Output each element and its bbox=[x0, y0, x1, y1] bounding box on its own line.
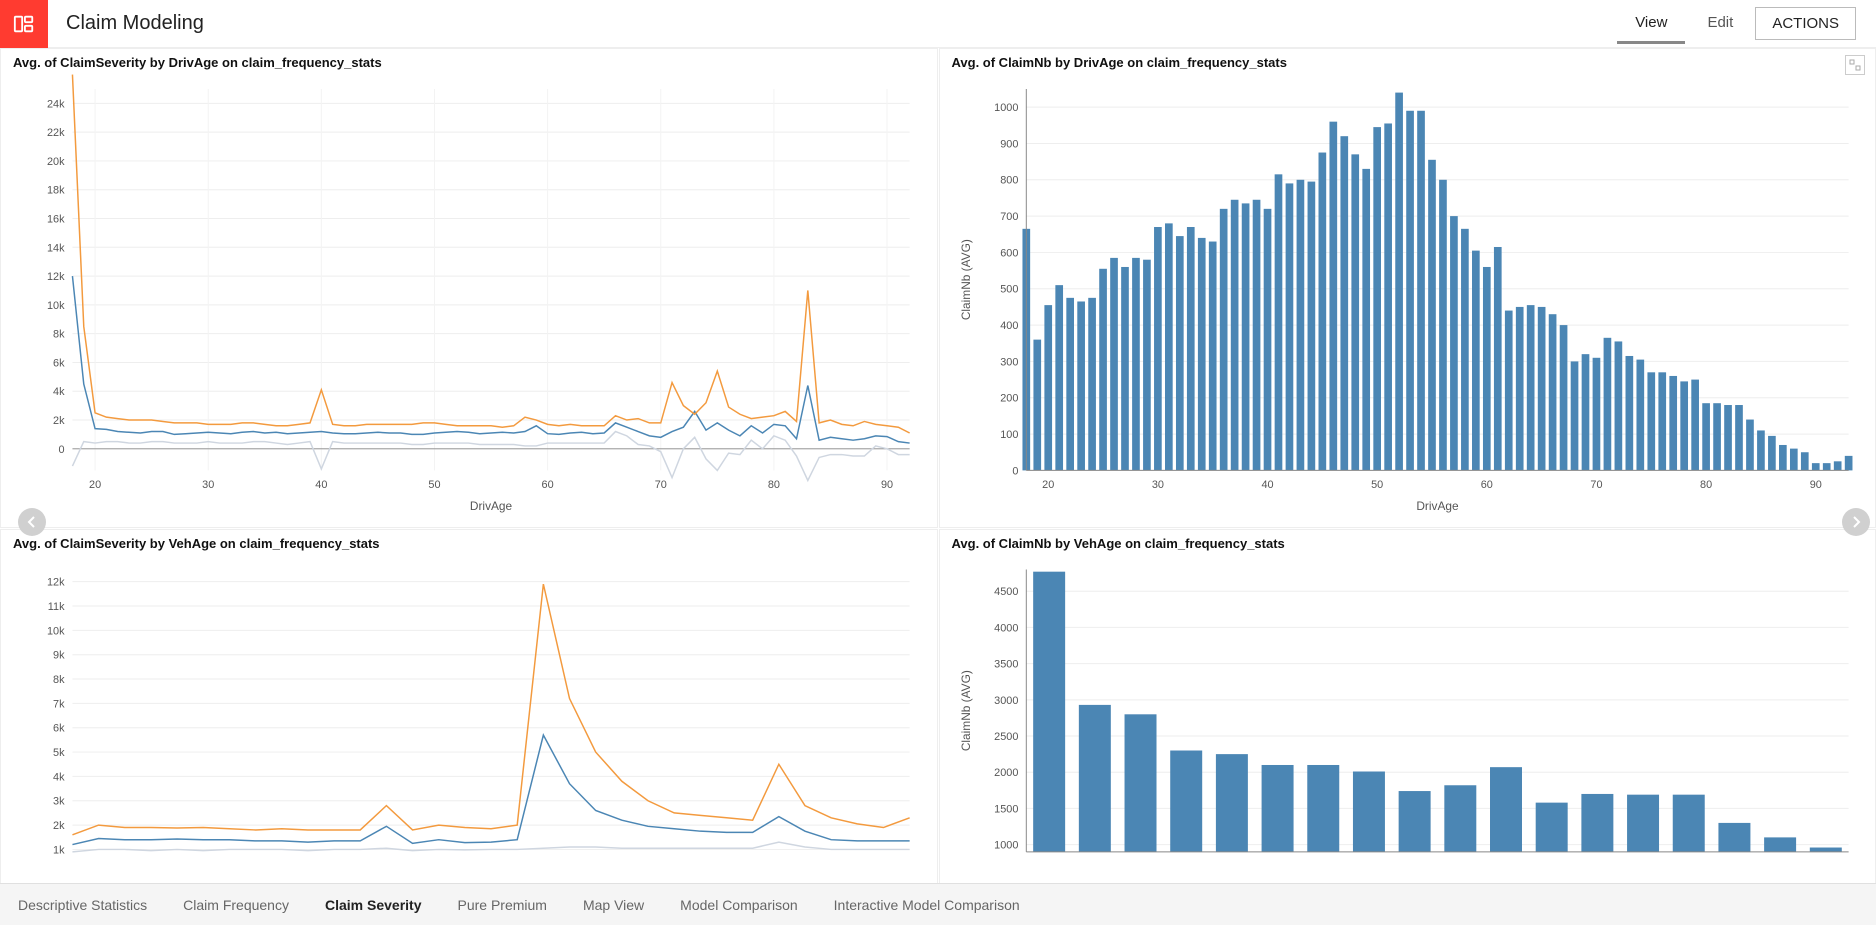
chart-title: Avg. of ClaimSeverity by VehAge on claim… bbox=[13, 536, 925, 551]
svg-text:4k: 4k bbox=[53, 386, 65, 398]
svg-text:0: 0 bbox=[1012, 465, 1018, 477]
svg-text:6k: 6k bbox=[53, 723, 65, 735]
logo-icon bbox=[13, 13, 35, 35]
svg-text:80: 80 bbox=[768, 479, 780, 491]
svg-text:30: 30 bbox=[202, 479, 214, 491]
svg-text:700: 700 bbox=[1000, 211, 1018, 223]
footer-tab-interactive-model-comparison[interactable]: Interactive Model Comparison bbox=[834, 897, 1020, 913]
page-title: Claim Modeling bbox=[66, 12, 204, 35]
svg-text:90: 90 bbox=[881, 479, 893, 491]
chart-top-left: Avg. of ClaimSeverity by DrivAge on clai… bbox=[0, 48, 938, 528]
svg-text:5k: 5k bbox=[53, 747, 65, 759]
svg-text:4500: 4500 bbox=[994, 586, 1018, 598]
svg-text:1k: 1k bbox=[53, 844, 65, 856]
expand-icon bbox=[1849, 59, 1861, 71]
chevron-left-icon bbox=[26, 516, 38, 528]
svg-text:500: 500 bbox=[1000, 284, 1018, 296]
prev-page-button[interactable] bbox=[18, 508, 46, 536]
svg-text:3500: 3500 bbox=[994, 659, 1018, 671]
footer-tab-descriptive-statistics[interactable]: Descriptive Statistics bbox=[18, 897, 147, 913]
svg-text:1000: 1000 bbox=[994, 840, 1018, 852]
svg-text:40: 40 bbox=[315, 479, 327, 491]
svg-text:2000: 2000 bbox=[994, 767, 1018, 779]
svg-text:30: 30 bbox=[1151, 479, 1163, 491]
svg-text:20: 20 bbox=[89, 479, 101, 491]
chart-top-right: Avg. of ClaimNb by DrivAge on claim_freq… bbox=[939, 48, 1876, 528]
svg-text:ClaimNb (AVG): ClaimNb (AVG) bbox=[958, 239, 972, 320]
footer-tab-claim-severity[interactable]: Claim Severity bbox=[325, 897, 422, 913]
svg-text:400: 400 bbox=[1000, 320, 1018, 332]
svg-text:1500: 1500 bbox=[994, 803, 1018, 815]
header-mode-tabs: View Edit ACTIONS bbox=[1617, 4, 1876, 44]
chart-title: Avg. of ClaimNb by DrivAge on claim_freq… bbox=[952, 55, 1864, 70]
svg-text:50: 50 bbox=[428, 479, 440, 491]
svg-text:12k: 12k bbox=[47, 271, 65, 283]
svg-text:100: 100 bbox=[1000, 429, 1018, 441]
svg-text:3000: 3000 bbox=[994, 695, 1018, 707]
footer-tabs: Descriptive Statistics Claim Frequency Cla… bbox=[0, 883, 1876, 925]
svg-text:90: 90 bbox=[1809, 479, 1821, 491]
svg-text:20k: 20k bbox=[47, 156, 65, 168]
expand-chart-button[interactable] bbox=[1845, 55, 1865, 75]
svg-text:8k: 8k bbox=[53, 674, 65, 686]
svg-text:10k: 10k bbox=[47, 625, 65, 637]
svg-text:800: 800 bbox=[1000, 175, 1018, 187]
svg-text:600: 600 bbox=[1000, 247, 1018, 259]
svg-text:40: 40 bbox=[1261, 479, 1273, 491]
chart-title: Avg. of ClaimNb by VehAge on claim_frequ… bbox=[952, 536, 1864, 551]
chart-title: Avg. of ClaimSeverity by DrivAge on clai… bbox=[13, 55, 925, 70]
svg-text:80: 80 bbox=[1700, 479, 1712, 491]
svg-text:14k: 14k bbox=[47, 242, 65, 254]
view-tab[interactable]: View bbox=[1617, 4, 1685, 44]
svg-text:50: 50 bbox=[1371, 479, 1383, 491]
svg-text:70: 70 bbox=[1590, 479, 1602, 491]
chart-canvas-tr: 0 100 200 300 400 500 600 700 800 900 1000 20 30 40 50… bbox=[952, 74, 1864, 525]
edit-tab[interactable]: Edit bbox=[1689, 4, 1751, 44]
svg-text:DrivAge: DrivAge bbox=[470, 499, 513, 513]
chart-canvas-bl: 1k2k3k4k5k6k7k8k9k10k11k12kVehAge bbox=[13, 555, 925, 906]
svg-text:ClaimNb (AVG): ClaimNb (AVG) bbox=[958, 670, 972, 751]
svg-text:7k: 7k bbox=[53, 698, 65, 710]
dashboard-grid: Avg. of ClaimSeverity by DrivAge on clai… bbox=[0, 48, 1876, 909]
app-logo[interactable] bbox=[0, 0, 48, 48]
svg-text:60: 60 bbox=[542, 479, 554, 491]
svg-text:22k: 22k bbox=[47, 127, 65, 139]
svg-text:2k: 2k bbox=[53, 415, 65, 427]
svg-text:10k: 10k bbox=[47, 300, 65, 312]
svg-text:3k: 3k bbox=[53, 796, 65, 808]
svg-text:70: 70 bbox=[655, 479, 667, 491]
footer-tab-model-comparison[interactable]: Model Comparison bbox=[680, 897, 798, 913]
actions-button[interactable]: ACTIONS bbox=[1755, 7, 1856, 40]
svg-text:1000: 1000 bbox=[994, 102, 1018, 114]
svg-text:2k: 2k bbox=[53, 820, 65, 832]
footer-tab-map-view[interactable]: Map View bbox=[583, 897, 644, 913]
svg-text:18k: 18k bbox=[47, 185, 65, 197]
svg-text:20: 20 bbox=[1042, 479, 1054, 491]
chart-bottom-left: Avg. of ClaimSeverity by VehAge on claim… bbox=[0, 529, 938, 909]
chart-canvas-br: 10001500200025003000350040004500VehAgeCl… bbox=[952, 555, 1864, 906]
chart-bottom-right: Avg. of ClaimNb by VehAge on claim_frequ… bbox=[939, 529, 1876, 909]
svg-text:200: 200 bbox=[1000, 393, 1018, 405]
next-page-button[interactable] bbox=[1842, 508, 1870, 536]
footer-tab-claim-frequency[interactable]: Claim Frequency bbox=[183, 897, 289, 913]
svg-text:4000: 4000 bbox=[994, 622, 1018, 634]
svg-text:16k: 16k bbox=[47, 213, 65, 225]
svg-text:12k: 12k bbox=[47, 577, 65, 589]
svg-text:900: 900 bbox=[1000, 138, 1018, 150]
svg-text:300: 300 bbox=[1000, 356, 1018, 368]
svg-text:0: 0 bbox=[58, 444, 64, 456]
svg-text:60: 60 bbox=[1480, 479, 1492, 491]
svg-text:9k: 9k bbox=[53, 650, 65, 662]
svg-text:DrivAge: DrivAge bbox=[1416, 499, 1459, 513]
svg-text:2500: 2500 bbox=[994, 731, 1018, 743]
chart-canvas-tl: 0 2k 4k 6k 8k 10k 12k 14k 16k 18k 20k 22k 24k 20 30 40 5… bbox=[13, 74, 925, 525]
svg-text:11k: 11k bbox=[48, 601, 65, 613]
svg-text:8k: 8k bbox=[53, 329, 65, 341]
app-header: Claim Modeling View Edit ACTIONS bbox=[0, 0, 1876, 48]
svg-text:4k: 4k bbox=[53, 771, 65, 783]
footer-tab-pure-premium[interactable]: Pure Premium bbox=[457, 897, 546, 913]
svg-text:6k: 6k bbox=[53, 357, 65, 369]
svg-text:24k: 24k bbox=[47, 98, 65, 110]
chevron-right-icon bbox=[1850, 516, 1862, 528]
